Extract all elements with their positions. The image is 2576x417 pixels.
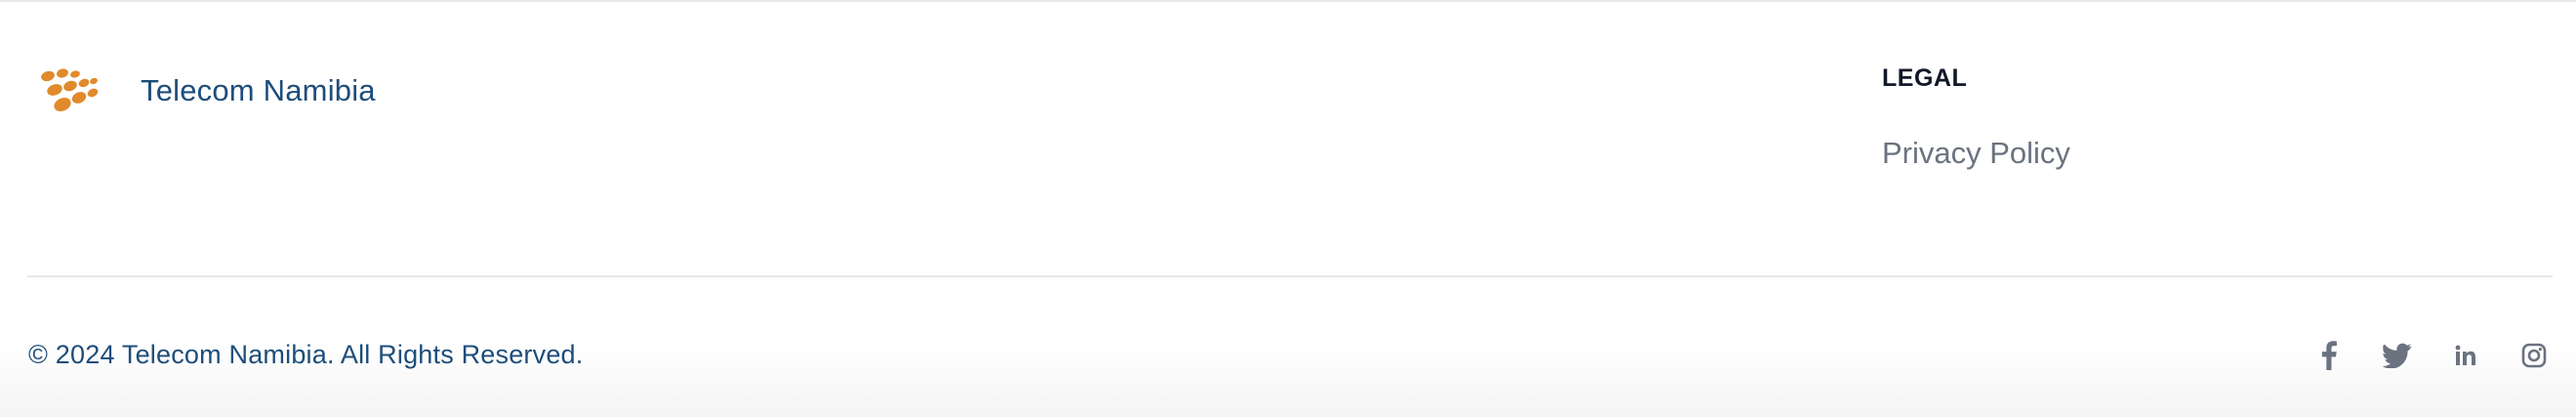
legal-heading: LEGAL (1882, 64, 1968, 92)
instagram-link[interactable] (2519, 339, 2549, 372)
twitter-link[interactable] (2383, 339, 2412, 372)
instagram-icon (2521, 343, 2547, 368)
privacy-policy-link[interactable]: Privacy Policy (1882, 136, 2070, 171)
facebook-icon (2321, 341, 2337, 370)
facebook-link[interactable] (2314, 339, 2344, 372)
linkedin-icon (2455, 345, 2475, 365)
linkedin-link[interactable] (2451, 339, 2480, 372)
top-border (0, 0, 2576, 2)
telecom-namibia-logo-icon (41, 68, 99, 112)
legal-section: LEGAL Privacy Policy (1882, 64, 2070, 171)
brand-name: Telecom Namibia (141, 73, 376, 107)
footer-divider (27, 275, 2553, 277)
social-links (2314, 339, 2549, 372)
brand-home-link[interactable]: Telecom Namibia (39, 66, 376, 115)
twitter-icon (2383, 343, 2412, 368)
copyright-text: © 2024 Telecom Namibia. All Rights Reser… (28, 340, 584, 369)
